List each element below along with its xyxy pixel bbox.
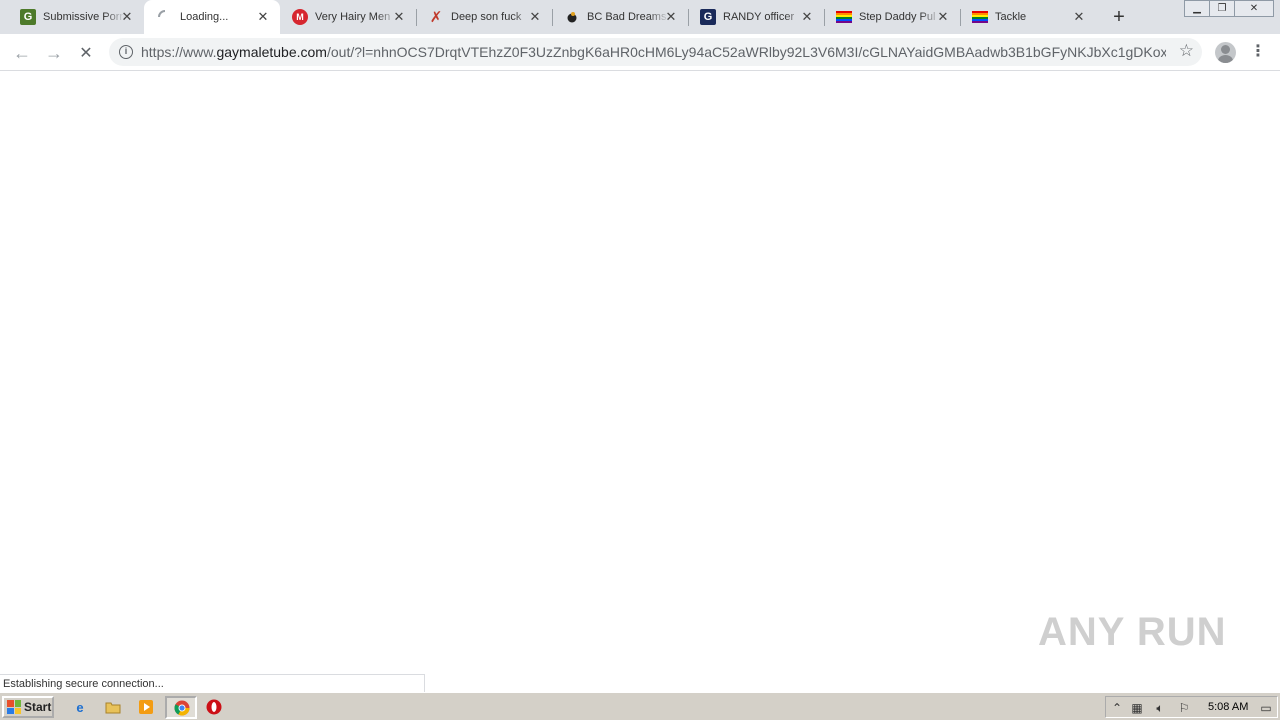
start-label: Start bbox=[24, 700, 52, 714]
taskbar: Start e ⌃ ▦ 🔈︎ ⚐ ▭ 5:08 AM bbox=[0, 692, 1280, 720]
menu-dots-icon[interactable]: ⋮ bbox=[1250, 41, 1266, 63]
status-bubble: Establishing secure connection... bbox=[0, 674, 425, 693]
url-path: /out/?l=nhnOCS7DrqtVTEhzZ0F3UzZnbgK6aHR0… bbox=[326, 44, 1166, 60]
tab-title: Loading... bbox=[180, 11, 229, 23]
folder-icon[interactable] bbox=[104, 698, 122, 716]
tab-submissive-porn[interactable]: G Submissive Porn ✕ bbox=[0, 0, 145, 34]
g-favicon-icon: G bbox=[20, 9, 36, 25]
tab-title: Deep son fuck bbox=[451, 11, 522, 23]
rainbow-flag-icon bbox=[972, 9, 988, 25]
tab-very-hairy-men[interactable]: M Very Hairy Men ✕ bbox=[280, 0, 417, 34]
volume-icon[interactable]: 🔈︎ bbox=[1152, 700, 1168, 716]
tab-step-daddy[interactable]: Step Daddy Pul ✕ bbox=[824, 0, 961, 34]
loading-spinner-icon bbox=[157, 9, 173, 25]
close-window-button[interactable]: ✕ bbox=[1234, 0, 1274, 17]
url-domain: gaymaletube.com bbox=[216, 44, 327, 60]
url-text[interactable]: https://www.gaymaletube.com/out/?l=nhnOC… bbox=[141, 44, 1166, 60]
new-tab-button[interactable]: + bbox=[1108, 6, 1130, 28]
address-bar[interactable]: i https://www.gaymaletube.com/out/?l=nhn… bbox=[109, 38, 1202, 66]
minimize-button[interactable]: ▁ bbox=[1184, 0, 1210, 17]
opera-icon[interactable] bbox=[205, 698, 223, 716]
close-icon[interactable]: ✕ bbox=[528, 10, 542, 24]
bookmark-star-icon[interactable]: ☆ bbox=[1179, 42, 1194, 60]
start-button[interactable]: Start bbox=[2, 696, 54, 718]
browser-toolbar: ← → ✕ i https://www.gaymaletube.com/out/… bbox=[0, 34, 1280, 71]
stop-loading-button[interactable]: ✕ bbox=[73, 40, 99, 66]
info-icon[interactable]: i bbox=[119, 45, 133, 59]
taskbar-clock[interactable]: 5:08 AM bbox=[1208, 701, 1248, 713]
url-prefix: https://www. bbox=[141, 44, 217, 60]
close-icon[interactable]: ✕ bbox=[120, 10, 134, 24]
rainbow-flag-icon bbox=[836, 9, 852, 25]
close-icon[interactable]: ✕ bbox=[936, 10, 950, 24]
restore-button[interactable]: ❐ bbox=[1209, 0, 1235, 17]
anyrun-watermark: ANY RUN bbox=[1038, 610, 1227, 654]
media-player-icon[interactable] bbox=[137, 698, 155, 716]
ball-favicon-icon bbox=[564, 9, 580, 25]
chrome-icon bbox=[174, 700, 190, 716]
tab-strip: G Submissive Porn ✕ Loading... ✕ M Very … bbox=[0, 0, 1280, 34]
show-hidden-icons-icon[interactable]: ⌃ bbox=[1109, 700, 1125, 716]
internet-explorer-icon[interactable]: e bbox=[71, 698, 89, 716]
tab-tackle[interactable]: Tackle ✕ bbox=[960, 0, 1096, 34]
tab-title: BC Bad Dreams bbox=[587, 11, 667, 23]
forward-button[interactable]: → bbox=[41, 40, 67, 66]
network-icon[interactable]: ▦ bbox=[1129, 700, 1145, 716]
g-favicon-icon: G bbox=[700, 9, 716, 25]
x-favicon-icon: ✗ bbox=[429, 9, 443, 26]
windows-logo-icon bbox=[7, 700, 21, 714]
close-icon[interactable]: ✕ bbox=[1072, 10, 1086, 24]
tab-title: Very Hairy Men bbox=[315, 11, 391, 23]
action-center-flag-icon[interactable]: ⚐ bbox=[1176, 700, 1192, 716]
close-icon[interactable]: ✕ bbox=[664, 10, 678, 24]
close-icon[interactable]: ✕ bbox=[392, 10, 406, 24]
close-icon[interactable]: ✕ bbox=[800, 10, 814, 24]
close-icon[interactable]: ✕ bbox=[256, 10, 270, 24]
back-button[interactable]: ← bbox=[9, 40, 35, 66]
tab-randy-officer[interactable]: G RANDY officer ✕ bbox=[688, 0, 825, 34]
tab-title: Submissive Porn bbox=[43, 11, 125, 23]
tab-bc-bad-dreams[interactable]: BC Bad Dreams ✕ bbox=[552, 0, 689, 34]
m-favicon-icon: M bbox=[292, 9, 308, 25]
tab-deep-son[interactable]: ✗ Deep son fuck ✕ bbox=[416, 0, 553, 34]
chrome-taskbar-button[interactable] bbox=[165, 696, 197, 719]
profile-avatar-icon[interactable] bbox=[1215, 42, 1236, 63]
tab-title: Tackle bbox=[995, 11, 1027, 23]
tab-title: RANDY officer bbox=[723, 11, 795, 23]
tab-title: Step Daddy Pul bbox=[859, 11, 936, 23]
page-content: ANY RUN Establishing secure connection..… bbox=[0, 72, 1280, 693]
tab-loading[interactable]: Loading... ✕ bbox=[144, 0, 280, 34]
show-desktop-icon[interactable]: ▭ bbox=[1258, 700, 1274, 716]
system-tray: ⌃ ▦ 🔈︎ ⚐ ▭ bbox=[1105, 696, 1278, 718]
